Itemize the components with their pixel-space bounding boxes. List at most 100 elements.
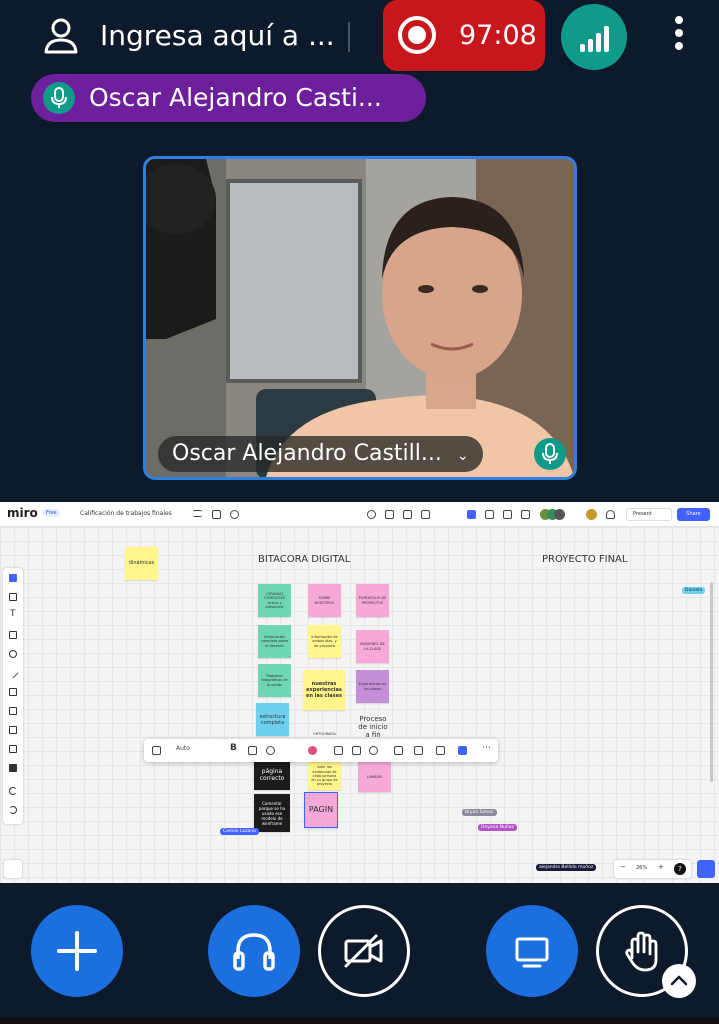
camera-button[interactable]: [318, 905, 410, 997]
sticky-note[interactable]: PORTAFOLIO DE PROYECTOS: [356, 584, 389, 617]
participant-name-label[interactable]: Oscar Alejandro Castill... ⌄: [158, 436, 483, 472]
screen-share-button[interactable]: [486, 905, 578, 997]
zoom-level: 26%: [636, 865, 648, 871]
comment-icon[interactable]: [9, 707, 17, 715]
select-icon[interactable]: [9, 574, 17, 582]
scrollbar[interactable]: [710, 582, 713, 782]
bold-icon[interactable]: B: [230, 743, 239, 753]
reactions-icon: [485, 510, 494, 519]
template-icon[interactable]: [9, 593, 17, 601]
sticky-note[interactable]: (GRAVAS) COMPLETAS virtual y presencial: [258, 584, 291, 617]
active-speaker-indicator: Oscar Alejandro Casti...: [31, 74, 426, 122]
sticky-note[interactable]: Información completa sobre el docente: [258, 625, 291, 658]
align-icon[interactable]: [248, 746, 257, 755]
sticky-note[interactable]: subir las evidencias de cada persona en …: [308, 762, 341, 790]
participant-video[interactable]: Oscar Alejandro Castill... ⌄: [143, 156, 577, 480]
sticky-note[interactable]: IMÁGENES DE LA CLASE: [356, 630, 389, 663]
comment-icon: [385, 510, 394, 519]
board-name: Calificación de trabajos finales: [80, 510, 172, 517]
bell-icon: [606, 510, 615, 519]
link-icon[interactable]: [266, 746, 275, 755]
signal-bar: [580, 44, 585, 52]
sticky-note-icon[interactable]: [9, 631, 17, 639]
avatar: [554, 509, 565, 520]
sticky-note[interactable]: Información de ambos días, y de proyecto: [308, 625, 341, 658]
sticky-note[interactable]: página correcto: [254, 760, 290, 790]
zoom-control[interactable]: − 26% + ?: [614, 860, 691, 878]
recording-button[interactable]: 97:08: [383, 0, 545, 71]
frames-panel-button[interactable]: [4, 860, 22, 878]
redo-icon[interactable]: [9, 806, 17, 814]
sticky-note-selected[interactable]: PAGIN: [304, 792, 338, 828]
font-size-select[interactable]: Auto: [176, 745, 190, 752]
lock-icon[interactable]: [436, 746, 445, 755]
chevron-down-icon: ⌄: [456, 448, 469, 464]
ai-assistant-button[interactable]: [697, 860, 715, 878]
cursor-label: Camilo Lozano: [220, 828, 259, 835]
plus-button[interactable]: [31, 905, 123, 997]
miro-left-toolbar: T: [3, 568, 23, 824]
share-button[interactable]: Share: [677, 508, 710, 521]
present-button[interactable]: Present: [626, 508, 672, 521]
sticky-note-icon[interactable]: [152, 746, 161, 755]
more-vertical-icon[interactable]: [668, 16, 690, 56]
pen-icon[interactable]: [9, 688, 17, 696]
system-nav-strip: [0, 1017, 719, 1024]
user-icon[interactable]: [44, 18, 78, 54]
user-tag-icon[interactable]: [334, 746, 343, 755]
shapes-icon[interactable]: [9, 650, 17, 658]
sticky-note[interactable]: Comentar porque se ha usado ese modelo d…: [254, 794, 290, 832]
room-title[interactable]: Ingresa aquí a ...: [100, 19, 335, 52]
tag-icon[interactable]: [352, 746, 361, 755]
sticky-note[interactable]: nuestras experiencias en las clases: [303, 670, 345, 710]
record-icon: [398, 16, 436, 54]
apps-icon[interactable]: [9, 764, 17, 772]
plus-icon: [57, 931, 97, 971]
sticky-note[interactable]: LINKEAR: [358, 762, 391, 792]
cursor-label: Daniela: [682, 587, 706, 594]
frames-icon: [403, 510, 412, 519]
cursor-label: Bryan Simon: [462, 809, 497, 816]
microphone-icon: [43, 82, 75, 114]
ai-icon[interactable]: [458, 746, 467, 755]
card-icon[interactable]: [394, 746, 403, 755]
more-horizontal-icon[interactable]: ⋯: [482, 743, 491, 753]
text-format-toolbar: Auto B ⋯: [144, 739, 498, 762]
chevron-up-icon[interactable]: [662, 964, 696, 998]
frame-title-proyecto: PROYECTO FINAL: [542, 554, 628, 565]
help-icon[interactable]: ?: [674, 863, 686, 875]
comment-icon[interactable]: [414, 746, 423, 755]
menu-icon: [193, 510, 202, 517]
signal-bar: [596, 33, 601, 52]
signal-bar: [588, 39, 593, 52]
connection-status-button[interactable]: [561, 4, 627, 70]
audio-button[interactable]: [208, 905, 300, 997]
zoom-in-icon[interactable]: +: [658, 863, 664, 871]
cursor-label: alejandro Bellido muñoz: [536, 864, 597, 871]
sticky-note[interactable]: Experiencias en las clases: [356, 670, 389, 703]
undo-icon[interactable]: [9, 787, 17, 795]
timer-icon: [367, 510, 376, 519]
camera-off-icon: [344, 934, 383, 968]
shared-screen[interactable]: miro Free Calificación de trabajos final…: [0, 502, 719, 883]
sticky-note[interactable]: SOBRE NOSOTROS: [308, 584, 341, 617]
screen-share-icon: [515, 937, 549, 968]
divider: [348, 22, 350, 52]
emoji-icon[interactable]: [369, 746, 378, 755]
line-icon[interactable]: [7, 667, 19, 679]
headphones-icon: [233, 933, 275, 971]
text-icon[interactable]: T: [9, 609, 17, 620]
sticky-note[interactable]: dinámicas: [125, 547, 158, 580]
sticky-note[interactable]: Registros fotográficos de la sesión: [258, 664, 291, 697]
text-label[interactable]: Proceso de inicio a fin: [358, 715, 388, 739]
signal-bar: [604, 26, 609, 52]
cursor-label: Dayana Nuñez: [478, 824, 517, 831]
cursor-icon: [467, 510, 476, 519]
upload-icon[interactable]: [9, 745, 17, 753]
zoom-out-icon[interactable]: −: [620, 863, 626, 871]
frame-icon[interactable]: [9, 726, 17, 734]
focus-icon: [503, 510, 512, 519]
sticky-note[interactable]: estructura completa: [256, 703, 289, 736]
color-swatch[interactable]: [308, 746, 317, 755]
participant-name: Oscar Alejandro Castill...: [172, 441, 442, 466]
